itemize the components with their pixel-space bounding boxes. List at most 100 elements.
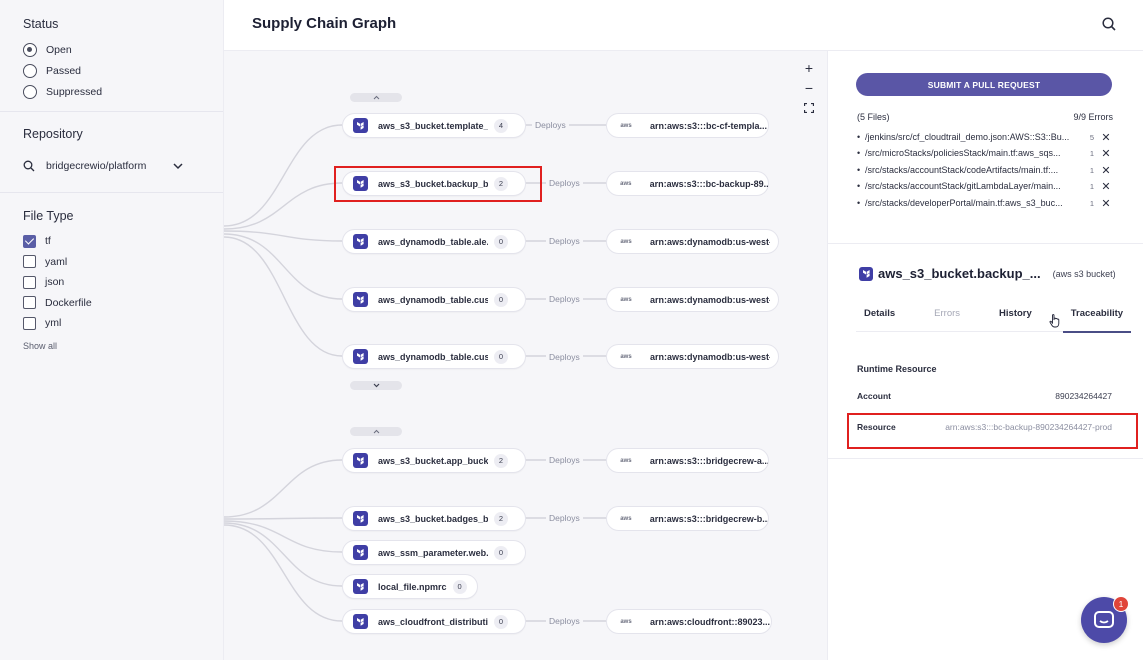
- fit-view-button[interactable]: [801, 100, 817, 116]
- error-count-badge: 0: [494, 349, 508, 364]
- file-type-json[interactable]: json: [23, 272, 200, 293]
- file-type-tf[interactable]: tf: [23, 231, 200, 252]
- graph-node[interactable]: aws_dynamodb_table.cus... 0: [342, 287, 526, 312]
- collapse-group-button[interactable]: [350, 427, 402, 436]
- graph-node[interactable]: aws_s3_bucket.app_bucket 2: [342, 448, 526, 473]
- file-item[interactable]: • /src/microStacks/policiesStack/main.tf…: [857, 145, 1115, 161]
- collapse-group-button[interactable]: [350, 93, 402, 102]
- graph-node[interactable]: aws_cloudfront_distributi... 0: [342, 609, 526, 634]
- status-option-suppressed[interactable]: Suppressed: [23, 81, 200, 102]
- errors-count: 9/9 Errors: [1073, 112, 1113, 122]
- file-type-yaml[interactable]: yaml: [23, 252, 200, 273]
- file-type-yml[interactable]: yml: [23, 313, 200, 334]
- runtime-resource-node[interactable]: aws arn:aws:dynamodb:us-west-...: [606, 229, 779, 254]
- status-title: Status: [23, 17, 59, 31]
- node-label: local_file.npmrc: [378, 581, 447, 592]
- resource-label: arn:aws:s3:::bc-cf-templa...: [650, 120, 768, 131]
- search-icon: [23, 160, 35, 172]
- repository-value: bridgecrewio/platform: [46, 160, 147, 172]
- close-icon[interactable]: ✕: [1099, 131, 1113, 144]
- error-count-badge: 0: [494, 545, 508, 560]
- tab-history[interactable]: History: [991, 307, 1040, 332]
- zoom-in-button[interactable]: +: [801, 60, 817, 76]
- chevron-down-icon: [173, 163, 183, 170]
- resource-label: arn:aws:s3:::bridgecrew-a...: [649, 455, 768, 466]
- runtime-resource-node[interactable]: aws arn:aws:dynamodb:us-west-...: [606, 287, 779, 312]
- chevron-down-icon: [373, 383, 379, 388]
- tab-errors[interactable]: Errors: [926, 307, 968, 332]
- graph-link: [224, 233, 343, 300]
- file-item[interactable]: • /src/stacks/accountStack/gitLambdaLaye…: [857, 178, 1115, 194]
- file-item[interactable]: • /jenkins/src/cf_cloudtrail_demo.json:A…: [857, 129, 1115, 145]
- graph-node[interactable]: local_file.npmrc 0: [342, 574, 478, 599]
- close-icon[interactable]: ✕: [1099, 147, 1113, 160]
- status-option-passed[interactable]: Passed: [23, 60, 200, 81]
- fullscreen-icon: [804, 103, 814, 113]
- runtime-resource-node[interactable]: aws arn:aws:s3:::bc-cf-templa...: [606, 113, 769, 138]
- status-option-open[interactable]: Open: [23, 39, 200, 60]
- file-path: /src/stacks/accountStack/codeArtifacts/m…: [865, 165, 1059, 175]
- account-label: Account: [857, 391, 891, 401]
- repository-title: Repository: [23, 127, 83, 141]
- resource-type: (aws s3 bucket): [1052, 268, 1116, 279]
- terraform-icon: [353, 349, 368, 364]
- resource-label: arn:aws:s3:::bc-backup-89...: [649, 178, 768, 189]
- graph-node[interactable]: aws_s3_bucket.badges_b... 2: [342, 506, 526, 531]
- repository-select[interactable]: bridgecrewio/platform: [23, 156, 200, 176]
- aws-icon: aws: [620, 515, 632, 522]
- graph-node[interactable]: aws_ssm_parameter.web... 0: [342, 540, 526, 565]
- runtime-resource-node[interactable]: aws arn:aws:s3:::bridgecrew-a...: [606, 448, 769, 473]
- terraform-icon: [353, 614, 368, 629]
- divider: [828, 243, 1143, 244]
- file-type-dockerfile[interactable]: Dockerfile: [23, 293, 200, 314]
- graph-node[interactable]: aws_s3_bucket.template_... 4: [342, 113, 526, 138]
- graph-node[interactable]: aws_dynamodb_table.ale... 0: [342, 229, 526, 254]
- tab-details[interactable]: Details: [856, 307, 903, 332]
- show-all-link[interactable]: Show all: [23, 341, 200, 351]
- file-item[interactable]: • /src/stacks/accountStack/codeArtifacts…: [857, 162, 1115, 178]
- filter-sidebar: Status Open Passed Suppressed Repository…: [0, 0, 224, 660]
- radio-icon[interactable]: [23, 84, 37, 99]
- hand-cursor-icon: [1049, 314, 1060, 328]
- checkbox-icon[interactable]: [23, 296, 36, 310]
- close-icon[interactable]: ✕: [1099, 197, 1113, 210]
- terraform-icon: [353, 453, 368, 468]
- runtime-resource-node[interactable]: aws arn:aws:cloudfront::89023...: [606, 609, 772, 634]
- error-count-badge: 0: [494, 234, 508, 249]
- node-label: aws_dynamodb_table.cus...: [378, 351, 488, 362]
- error-count-badge: 0: [452, 579, 467, 594]
- error-count-badge: 0: [494, 292, 508, 307]
- graph-node[interactable]: aws_dynamodb_table.cus... 0: [342, 344, 526, 369]
- close-icon[interactable]: ✕: [1099, 164, 1113, 177]
- bullet: •: [857, 148, 861, 158]
- checkbox-icon[interactable]: [23, 255, 36, 269]
- runtime-resource-node[interactable]: aws arn:aws:s3:::bridgecrew-b...: [606, 506, 769, 531]
- zoom-out-button[interactable]: −: [801, 80, 817, 96]
- edge-label: Deploys: [546, 236, 583, 246]
- tab-traceability[interactable]: Traceability: [1062, 307, 1132, 333]
- runtime-resource-node[interactable]: aws arn:aws:dynamodb:us-west-...: [606, 344, 779, 369]
- radio-icon[interactable]: [23, 42, 37, 57]
- resource-label: arn:aws:s3:::bridgecrew-b...: [649, 513, 768, 524]
- supply-chain-graph[interactable]: + − aws_s3_bucket.template_... 4 aws_s3_…: [224, 51, 827, 660]
- selected-node-highlight: [334, 166, 542, 202]
- file-error-count: 1: [1089, 198, 1095, 208]
- resource-row-highlight: [847, 413, 1138, 449]
- expand-group-button[interactable]: [350, 381, 402, 390]
- runtime-resource-node[interactable]: aws arn:aws:s3:::bc-backup-89...: [606, 171, 769, 196]
- checkbox-checked-icon[interactable]: [23, 234, 36, 248]
- checkbox-icon[interactable]: [23, 275, 36, 289]
- radio-icon[interactable]: [23, 63, 37, 78]
- submit-pull-request-button[interactable]: SUBMIT A PULL REQUEST: [856, 73, 1112, 96]
- node-label: aws_s3_bucket.badges_b...: [378, 513, 488, 524]
- node-label: aws_dynamodb_table.cus...: [378, 294, 488, 305]
- file-type-label: yaml: [45, 255, 68, 268]
- file-path: /src/stacks/accountStack/gitLambdaLayer/…: [865, 181, 1061, 191]
- status-option-label: Open: [46, 43, 72, 56]
- search-icon[interactable]: [1101, 16, 1117, 32]
- close-icon[interactable]: ✕: [1099, 180, 1113, 193]
- page-header: Supply Chain Graph: [224, 0, 1143, 51]
- checkbox-icon[interactable]: [23, 316, 36, 330]
- file-item[interactable]: • /src/stacks/developerPortal/main.tf:aw…: [857, 195, 1115, 211]
- aws-icon: aws: [620, 457, 632, 464]
